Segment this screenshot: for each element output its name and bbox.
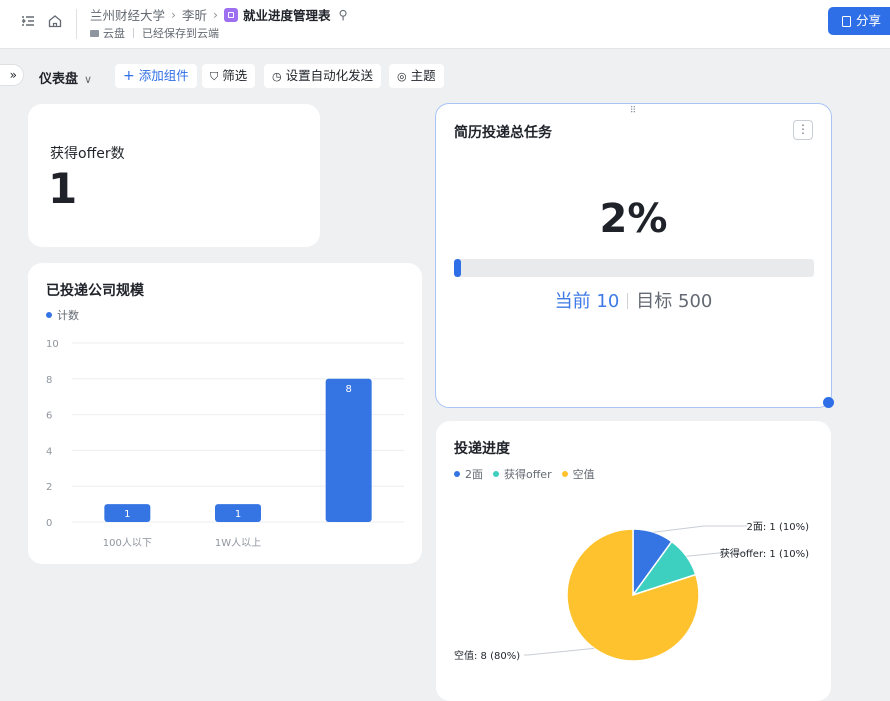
slice-label: 2面: 1 (10%) [747,522,810,533]
double-chevron-right-icon: » [9,68,17,82]
base-doc-icon [224,7,239,22]
theme-button[interactable]: ◎ 主题 [389,64,444,88]
resume-task-progress-card[interactable]: ⠿ 简历投递总任务 ⋮ 2% 当前 10 目标 500 [435,103,832,408]
chevron-right-icon: › [171,7,177,22]
leader-line [524,647,595,656]
folder-icon [90,29,99,37]
bar-value-label: 8 [345,384,351,395]
filter-icon: ⛉ [210,70,219,83]
resize-handle[interactable] [823,397,834,408]
bar[interactable] [325,378,372,522]
palette-icon: ◎ [397,70,407,83]
chevron-down-icon: ∨ [84,73,93,86]
home-icon[interactable] [47,13,63,29]
drag-handle-icon[interactable]: ⠿ [630,107,638,116]
breadcrumb: 兰州财经大学 › 李昕 › 就业进度管理表 ⚲ [90,5,348,23]
chevron-right-icon: › [213,7,219,22]
divider [76,9,77,39]
expand-sidebar-button[interactable]: » [0,64,24,86]
progress-bar [454,259,814,277]
dashboard-toolbar: » 仪表盘 ∨ + 添加组件 ⛉ 筛选 ◷ 设置自动化发送 ◎ 主题 [0,62,890,90]
share-button[interactable]: 分享 [828,7,890,35]
add-component-label: 添加组件 [138,68,189,83]
pie-chart: 2面: 1 (10%) 获得offer: 1 (10%) 空值: 8 (80%) [454,522,810,662]
share-doc-icon [842,16,851,27]
y-tick-label: 2 [46,482,52,493]
y-tick-label: 8 [46,375,52,386]
divider [627,293,629,309]
share-label: 分享 [856,13,882,28]
y-tick-label: 4 [46,446,52,457]
metric-value: 1 [48,164,78,213]
company-size-card[interactable]: 已投递公司规模 计数 0 2 4 6 8 10 1 100人以下 1 1W人以上 8 [28,263,422,564]
progress-percent: 2% [599,196,668,242]
bar-chart: 0 2 4 6 8 10 1 100人以下 1 1W人以上 8 [46,339,404,549]
dashboard-label: 仪表盘 [39,72,79,87]
offer-count-card[interactable]: 获得offer数 1 [28,104,320,247]
current-value: 当前 10 [554,291,620,312]
sidebar-toggle-icon[interactable] [20,13,36,29]
plus-icon: + [123,68,135,84]
leader-line [653,525,747,533]
doc-status-line: 云盘 已经保存到云端 [90,25,219,41]
save-status: 已经保存到云端 [142,27,219,40]
target-value: 目标 500 [636,291,713,312]
more-options-icon[interactable]: ⋮ [793,120,813,140]
progress-note: 当前 10 目标 500 [436,287,831,313]
automation-label: 设置自动化发送 [285,68,374,83]
delivery-progress-card[interactable]: 投递进度 2面 获得offer 空值 2面: 1 (10%) 获得offer: 1 (… [436,421,831,701]
location-label[interactable]: 云盘 [103,25,125,41]
slice-label: 获得offer: 1 (10%) [720,548,809,560]
automation-button[interactable]: ◷ 设置自动化发送 [264,64,382,88]
pin-icon[interactable]: ⚲ [339,7,348,22]
filter-button[interactable]: ⛉ 筛选 [202,64,256,88]
card-title: 简历投递总任务 [454,125,552,141]
y-tick-label: 10 [46,339,59,350]
breadcrumb-item-user[interactable]: 李昕 [182,5,207,24]
y-tick-label: 6 [46,411,52,422]
breadcrumb-item-university[interactable]: 兰州财经大学 [90,5,165,24]
x-tick-label: 1W人以上 [215,537,261,549]
bar-value-label: 1 [235,509,241,520]
filter-label: 筛选 [222,68,248,83]
clock-send-icon: ◷ [272,70,282,83]
theme-label: 主题 [410,68,436,83]
progress-fill [454,259,462,277]
y-tick-label: 0 [46,518,52,529]
dashboard-selector[interactable]: 仪表盘 ∨ [39,68,92,87]
divider [133,28,134,38]
add-component-button[interactable]: + 添加组件 [115,64,197,88]
top-bar: 兰州财经大学 › 李昕 › 就业进度管理表 ⚲ 云盘 已经保存到云端 分享 [0,0,890,49]
metric-label: 获得offer数 [50,146,125,162]
slice-label: 空值: 8 (80%) [454,649,520,662]
x-tick-label: 100人以下 [103,537,152,549]
document-title[interactable]: 就业进度管理表 [243,5,331,24]
bar-value-label: 1 [124,509,130,520]
